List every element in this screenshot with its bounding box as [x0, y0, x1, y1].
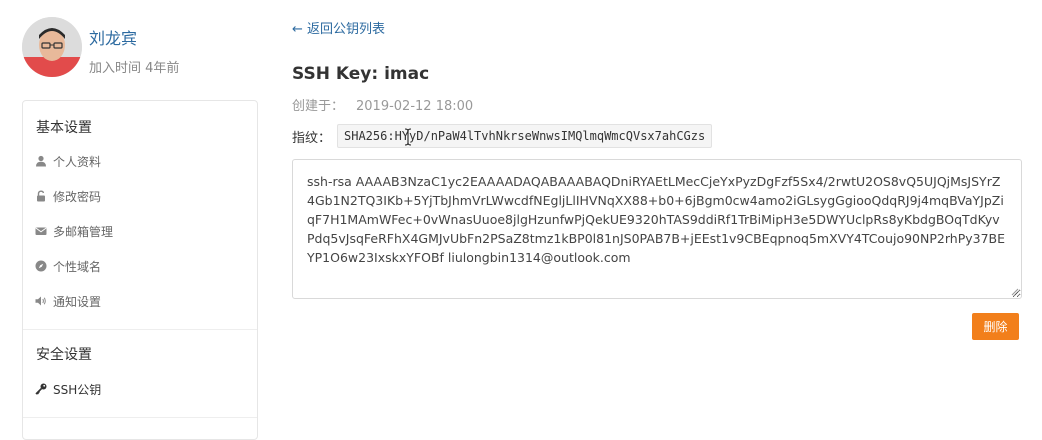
sidebar-item-ssh-keys[interactable]: SSH公钥 — [35, 379, 101, 399]
user-profile: 刘龙宾 加入时间 4年前 — [22, 17, 258, 81]
divider — [23, 417, 257, 418]
settings-sidebar: 基本设置 个人资料 修改密码 多邮箱管理 个性域名 通知设置 安全设置 SSH公… — [22, 100, 258, 440]
text-cursor-icon — [404, 128, 412, 146]
public-key-textarea[interactable]: ssh-rsa AAAAB3NzaC1yc2EAAAADAQABAAABAQDn… — [292, 159, 1022, 299]
sidebar-item-emails[interactable]: 多邮箱管理 — [35, 221, 113, 241]
sidebar-item-label: 通知设置 — [53, 294, 102, 309]
basic-settings-title: 基本设置 — [36, 120, 92, 136]
sidebar-item-notifications[interactable]: 通知设置 — [35, 291, 101, 311]
created-at: 创建于： 2019-02-12 18:00 — [292, 95, 473, 114]
created-label: 创建于： — [292, 99, 345, 114]
envelope-icon — [35, 225, 47, 237]
join-time: 加入时间 4年前 — [89, 61, 180, 76]
fingerprint-label: 指纹： — [292, 131, 332, 146]
user-name[interactable]: 刘龙宾 — [89, 25, 137, 49]
divider — [23, 329, 257, 330]
back-to-key-list-link[interactable]: ← 返回公钥列表 — [292, 18, 385, 37]
created-value: 2019-02-12 18:00 — [356, 99, 474, 114]
sidebar-item-label: 个人资料 — [53, 154, 102, 169]
avatar[interactable] — [22, 17, 82, 77]
sidebar-item-domain[interactable]: 个性域名 — [35, 256, 101, 276]
user-icon — [35, 155, 47, 167]
public-key-content: ssh-rsa AAAAB3NzaC1yc2EAAAADAQABAAABAQDn… — [307, 174, 1006, 265]
key-icon — [35, 383, 47, 395]
page-title: SSH Key: imac — [292, 64, 430, 84]
sidebar-item-label: SSH公钥 — [53, 382, 102, 397]
sidebar-item-profile[interactable]: 个人资料 — [35, 151, 101, 171]
sidebar-item-label: 个性域名 — [53, 259, 102, 274]
compass-icon — [35, 260, 47, 272]
security-settings-title: 安全设置 — [36, 347, 92, 363]
sidebar-item-label: 修改密码 — [53, 189, 102, 204]
sidebar-item-password[interactable]: 修改密码 — [35, 186, 101, 206]
sidebar-item-label: 多邮箱管理 — [53, 224, 114, 239]
lock-icon — [35, 190, 47, 202]
delete-button[interactable]: 删除 — [972, 313, 1019, 340]
volume-icon — [35, 295, 47, 307]
resize-handle-icon[interactable] — [1011, 288, 1019, 296]
fingerprint-value: SHA256:HYyD/nPaW4lTvhNkrseWnwsIMQlmqWmcQ… — [337, 124, 713, 148]
